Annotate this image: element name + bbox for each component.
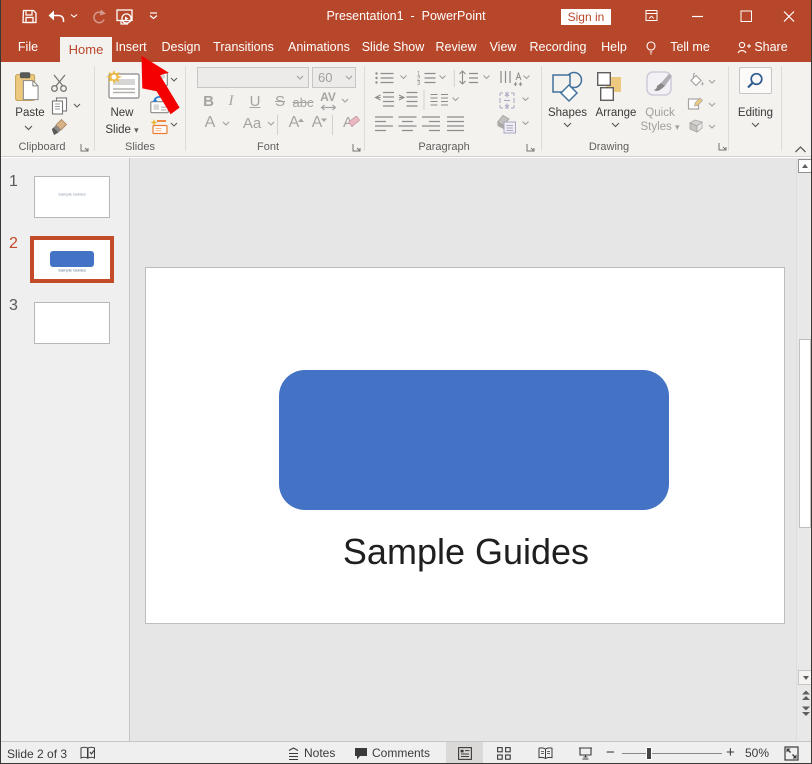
svg-text:3: 3 [417, 81, 421, 87]
